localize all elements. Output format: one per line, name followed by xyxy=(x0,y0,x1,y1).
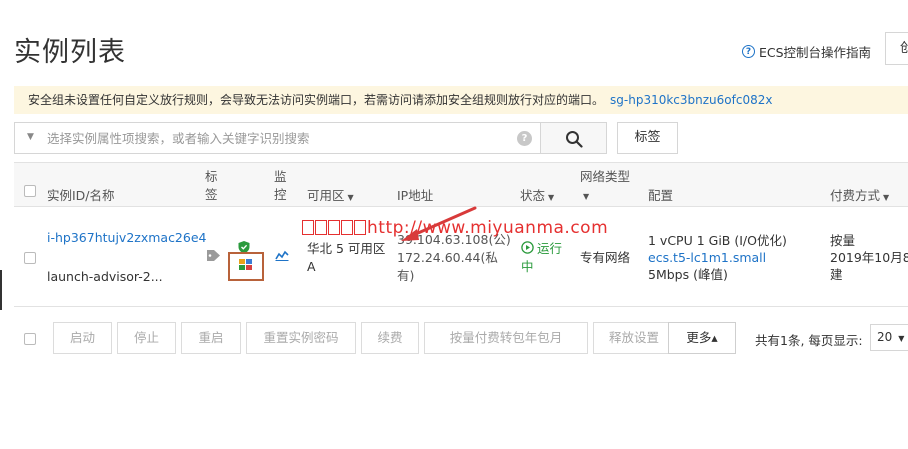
caret-down-icon: ▼ xyxy=(548,193,555,202)
pagination-summary: 共有1条, 每页显示: xyxy=(755,333,863,348)
billing-created-suffix: 建 xyxy=(830,267,843,282)
watermark-box xyxy=(354,220,366,235)
running-status-icon xyxy=(521,241,534,254)
header-tag: 标签 xyxy=(205,169,218,202)
config-spec: 1 vCPU 1 GiB (I/O优化) xyxy=(648,233,787,248)
table-header: 实例ID/名称 标签 监控 可用区 ▼ IP地址 状态 ▼ 网络类型▼ 配置 付费方… xyxy=(14,163,908,207)
private-ip: 172.24.60.44(私 xyxy=(397,250,498,265)
header-billing[interactable]: 付费方式 ▼ xyxy=(830,185,889,204)
notice-text: 安全组未设置任何自定义放行规则，会导致无法访问实例端口，若需访问请添加安全组规则… xyxy=(28,93,605,107)
chevron-down-icon[interactable]: ▼ xyxy=(27,132,34,142)
question-icon: ? xyxy=(742,45,755,58)
bulk-select-checkbox[interactable] xyxy=(24,333,36,345)
chevron-down-icon: ▼ xyxy=(898,334,905,343)
header-zone-label: 可用区 xyxy=(307,188,345,203)
console-guide-link[interactable]: ? ECS控制台操作指南 xyxy=(742,42,871,61)
billing-created-date: 2019年10月8日 xyxy=(830,250,908,265)
status-running: 运行 xyxy=(537,241,563,256)
create-instance-button[interactable]: 创 xyxy=(885,32,908,65)
tag-icon[interactable] xyxy=(206,249,221,262)
watermark-box xyxy=(315,220,327,235)
console-guide-label: ECS控制台操作指南 xyxy=(759,45,872,60)
release-settings-button[interactable]: 释放设置 xyxy=(593,322,675,354)
restart-button[interactable]: 重启 xyxy=(181,322,241,354)
help-icon[interactable]: ? xyxy=(517,131,532,146)
left-edge-marker xyxy=(0,270,2,310)
private-ip-suffix: 有) xyxy=(397,268,415,283)
row-checkbox[interactable] xyxy=(24,252,36,264)
header-id-name: 实例ID/名称 xyxy=(47,188,115,203)
header-status[interactable]: 状态 ▼ xyxy=(520,185,554,204)
select-all-checkbox[interactable] xyxy=(24,185,36,197)
page-title: 实例列表 xyxy=(14,37,126,68)
watermark-box xyxy=(328,220,340,235)
renew-button[interactable]: 续费 xyxy=(361,322,419,354)
batch-action-bar: 启动 停止 重启 重置实例密码 续费 按量付费转包年包月 释放设置 更多▴ 共有… xyxy=(14,308,908,369)
caret-down-icon: ▼ xyxy=(883,193,890,202)
header-ip: IP地址 xyxy=(397,188,434,203)
search-button[interactable] xyxy=(540,122,607,154)
security-group-notice: 安全组未设置任何自定义放行规则，会导致无法访问实例端口，若需访问请添加安全组规则… xyxy=(14,86,908,114)
ecs-instance-list-page: 实例列表 ? ECS控制台操作指南 创 安全组未设置任何自定义放行规则，会导致无… xyxy=(0,0,908,449)
header-zone[interactable]: 可用区 ▼ xyxy=(307,185,354,204)
bandwidth: 5Mbps (峰值) xyxy=(648,267,728,282)
stop-button[interactable]: 停止 xyxy=(117,322,176,354)
billing-type: 按量 xyxy=(830,233,856,248)
more-actions-button[interactable]: 更多▴ xyxy=(668,322,736,354)
search-input[interactable] xyxy=(47,128,517,148)
tag-filter-button[interactable]: 标签 xyxy=(617,122,678,154)
reset-password-button[interactable]: 重置实例密码 xyxy=(246,322,356,354)
instance-type-link[interactable]: ecs.t5-lc1m1.small xyxy=(648,250,766,266)
security-group-link[interactable]: sg-hp310kc3bnzu6ofc082x xyxy=(610,93,772,107)
caret-down-icon: ▼ xyxy=(347,193,354,202)
zone-line-1: 华北 5 可用区 xyxy=(307,241,386,256)
header-config: 配置 xyxy=(648,188,674,203)
network-type: 专有网络 xyxy=(580,250,631,265)
instance-name: launch-advisor-2... xyxy=(47,269,163,284)
instance-table: 实例ID/名称 标签 监控 可用区 ▼ IP地址 状态 ▼ 网络类型▼ 配置 付费方… xyxy=(14,162,908,368)
search-icon xyxy=(566,131,583,148)
convert-billing-button[interactable]: 按量付费转包年包月 xyxy=(424,322,588,354)
header-status-label: 状态 xyxy=(520,188,546,203)
header-network-label: 网络类型 xyxy=(580,169,631,184)
header-network-type[interactable]: 网络类型 ▼ xyxy=(580,168,632,206)
search-box: ▼ ? xyxy=(14,122,541,154)
annotation-arrow-icon xyxy=(401,206,477,241)
annotation-highlight-box xyxy=(228,252,264,281)
watermark-box xyxy=(341,220,353,235)
status-running-suffix: 中 xyxy=(521,259,534,274)
header-monitor: 监控 xyxy=(274,169,287,202)
instance-id-link[interactable]: i-hp367htujv2zxmac26e4 xyxy=(47,230,207,246)
zone-line-2: A xyxy=(307,259,316,274)
page-size-value: 20 xyxy=(877,330,893,344)
watermark-box xyxy=(302,220,314,235)
monitor-chart-icon[interactable] xyxy=(275,249,289,261)
caret-down-icon: ▼ xyxy=(583,192,590,201)
page-size-select[interactable]: 20 ▼ xyxy=(870,324,908,351)
header-billing-label: 付费方式 xyxy=(830,188,881,203)
start-button[interactable]: 启动 xyxy=(53,322,112,354)
